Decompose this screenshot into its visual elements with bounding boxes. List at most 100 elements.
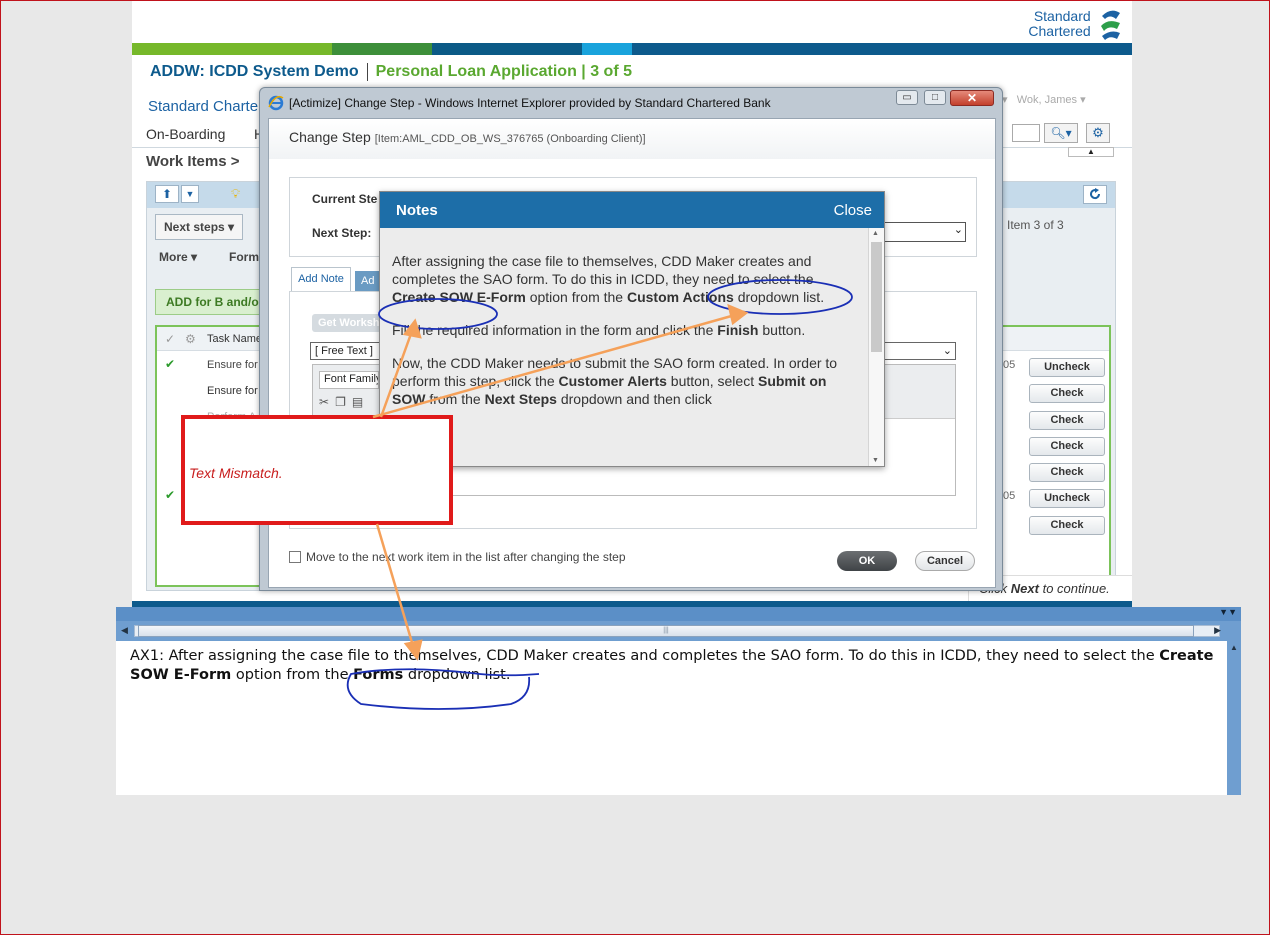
notes-text-run: dropdown list. — [733, 289, 825, 305]
internet-explorer-icon — [268, 95, 284, 111]
caption-text: AX1: After assigning the case file to th… — [130, 647, 1220, 685]
notes-paragraph: After assigning the case file to themsel… — [392, 252, 860, 306]
notes-bold-run: Next Steps — [484, 391, 557, 407]
caption-run: dropdown list. — [403, 667, 511, 683]
refresh-button[interactable] — [1083, 185, 1107, 204]
dialog-heading: Change Step [Item:AML_CDD_OB_WS_376765 (O… — [289, 129, 646, 145]
upload-button[interactable]: ⬆ — [155, 185, 179, 203]
settings-button[interactable]: ⚙ — [1086, 123, 1110, 143]
notes-scroll-thumb[interactable] — [871, 242, 882, 352]
lesson-progress: Personal Loan Application | 3 of 5 — [375, 63, 632, 81]
standard-chartered-logo: Standard Chartered — [1028, 7, 1124, 41]
ok-button[interactable]: OK — [837, 551, 897, 571]
font-family-select[interactable]: Font Family — [319, 371, 379, 389]
more-label: More — [159, 250, 188, 264]
uncheck-button[interactable]: Uncheck — [1029, 489, 1105, 508]
settings-column-icon: ⚙ — [185, 332, 196, 346]
close-icon: ✕ — [966, 91, 978, 105]
row-number: 05 — [1003, 490, 1016, 502]
breadcrumb: Work Items > — [146, 153, 240, 170]
brand-line: Standard Charte — [148, 98, 259, 115]
double-chevron-down-icon[interactable]: ▼▼ — [1219, 607, 1237, 617]
next-steps-button[interactable]: Next steps ▾ — [155, 214, 244, 240]
notes-header: Notes Close — [380, 192, 884, 228]
check-button[interactable]: Check — [1029, 463, 1105, 482]
scroll-up-icon[interactable]: ▲ — [1230, 643, 1238, 652]
next-steps-label: Next steps — [164, 220, 225, 234]
nav-tab-onboarding[interactable]: On-Boarding — [146, 126, 225, 142]
row-task: Ensure for — [207, 385, 258, 397]
change-step-header: Change Step [Item:AML_CDD_OB_WS_376765 (O… — [269, 119, 995, 159]
notes-scrollbar[interactable]: ▲ ▼ — [868, 228, 884, 466]
notes-close-button[interactable]: Close — [834, 202, 872, 219]
next-step-label: Next Step: — [312, 226, 372, 240]
maximize-button[interactable]: □ — [924, 90, 946, 105]
window-close-button[interactable]: ✕ — [950, 90, 994, 106]
check-button[interactable]: Check — [1029, 384, 1105, 403]
upload-dropdown[interactable]: ▼ — [181, 185, 199, 203]
notes-paragraph: Fill the required information in the for… — [392, 321, 860, 339]
logo-mark-icon — [1101, 10, 1120, 40]
notes-text-run: button, select — [666, 373, 758, 389]
up-arrow-icon: ⬆ — [161, 187, 173, 201]
scroll-left-icon[interactable]: ◀ — [121, 625, 128, 636]
lightbulb-icon[interactable]: 💡︎ — [231, 186, 240, 202]
row-checked-icon: ✔ — [165, 488, 176, 502]
uncheck-button[interactable]: Uncheck — [1029, 358, 1105, 377]
notes-bold-run: Custom Actions — [626, 289, 734, 305]
horizontal-scrollbar[interactable]: ◀ ||| ▶ — [116, 621, 1241, 641]
row-checked-icon: ✔ — [165, 357, 176, 371]
title-separator — [366, 63, 368, 81]
check-button[interactable]: Check — [1029, 411, 1105, 430]
caption-bold-run: Forms — [353, 667, 404, 683]
move-next-checkbox[interactable] — [289, 551, 301, 563]
scroll-up-icon[interactable]: ▲ — [872, 230, 879, 237]
brand-color-bar — [132, 43, 1132, 55]
user-menu[interactable]: ▾ Wok, James ▾ — [1002, 93, 1086, 106]
search-input[interactable] — [1012, 124, 1040, 142]
current-step-label: Current Ste — [312, 192, 378, 206]
row-task: Ensure for — [207, 359, 258, 371]
notes-bold-run: Finish — [717, 322, 759, 338]
notes-popup: Notes Close After assigning the case fil… — [379, 191, 885, 467]
chevron-down-icon: ⌄ — [953, 224, 963, 236]
check-button[interactable]: Check — [1029, 437, 1105, 456]
cancel-button[interactable]: Cancel — [915, 551, 975, 571]
scroll-right-icon[interactable]: ▶ — [1214, 625, 1221, 636]
row-number: 05 — [1003, 359, 1016, 371]
notes-text: After assigning the case file to themsel… — [392, 252, 860, 423]
notes-bold-run: Customer Alerts — [558, 373, 667, 389]
more-button[interactable]: More ▾ — [159, 250, 197, 264]
editor-toolbar-icons: ✂❐▤ — [319, 395, 369, 413]
cut-icon[interactable]: ✂ — [319, 395, 335, 409]
continue-post: to continue. — [1038, 581, 1110, 596]
search-button[interactable]: 🔍︎▾ — [1044, 123, 1078, 143]
notes-text-run: After assigning the case file to themsel… — [392, 253, 814, 287]
pager-status: Item 3 of 3 — [1007, 218, 1064, 232]
chevron-down-icon: ⌄ — [942, 345, 952, 357]
tab-add-note[interactable]: Add Note — [291, 267, 351, 291]
logo-text: Standard Chartered — [1028, 8, 1091, 39]
check-button[interactable]: Check — [1029, 516, 1105, 535]
scroll-down-icon[interactable]: ▼ — [872, 457, 879, 464]
notes-body: After assigning the case file to themsel… — [380, 228, 870, 466]
system-title: ADDW: ICDD System Demo — [150, 63, 359, 81]
item-id: [Item:AML_CDD_OB_WS_376765 (Onboarding C… — [374, 133, 646, 145]
vertical-scrollbar[interactable]: ▲ — [1227, 641, 1241, 795]
collapse-button[interactable]: ▲ — [1068, 147, 1114, 157]
notes-text-run: Fill the required information in the for… — [392, 322, 718, 338]
user-name: Wok, James — [1016, 94, 1078, 106]
move-next-label: Move to the next work item in the list a… — [306, 550, 626, 564]
notes-paragraph: Now, the CDD Maker needs to submit the S… — [392, 354, 860, 408]
minimize-button[interactable]: ▭ — [896, 90, 918, 105]
check-column-icon: ✓ — [165, 332, 176, 346]
paste-icon[interactable]: ▤ — [352, 395, 369, 409]
notes-text-run: option from the — [525, 289, 627, 305]
caption-run: AX1: After assigning the case file to th… — [130, 648, 1160, 664]
continue-next-word: Next — [1010, 581, 1039, 596]
notes-title: Notes — [396, 202, 438, 219]
form-button[interactable]: Form — [229, 250, 259, 264]
chevron-down-icon: ▼ — [185, 189, 195, 199]
copy-icon[interactable]: ❐ — [335, 395, 352, 409]
scroll-thumb[interactable]: ||| — [138, 625, 1194, 637]
